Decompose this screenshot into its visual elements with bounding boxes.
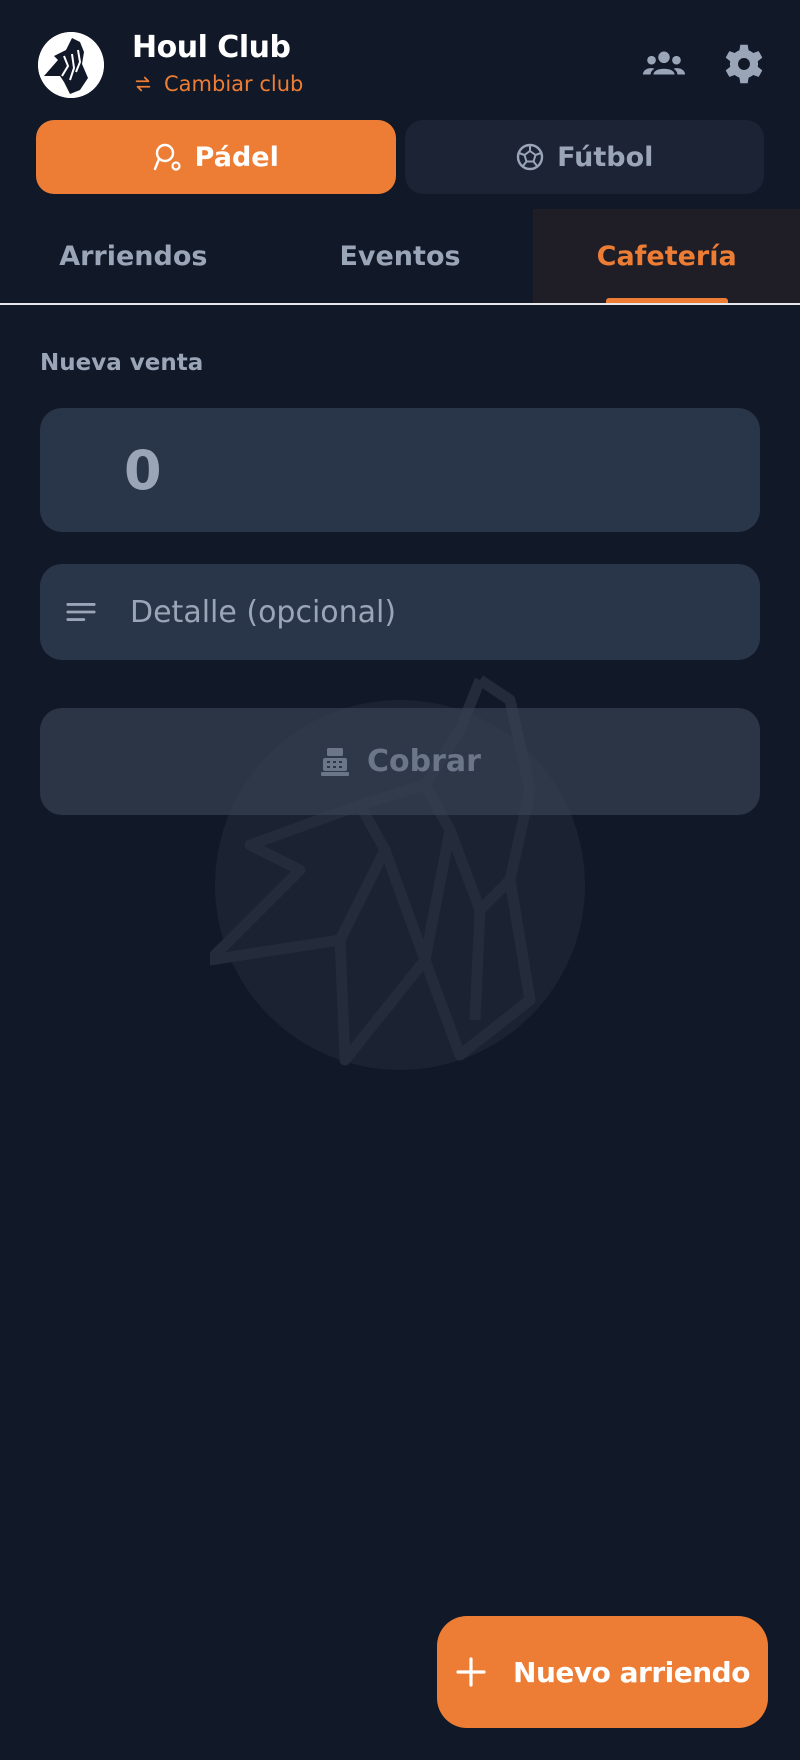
cash-register-icon — [319, 746, 351, 778]
new-sale-heading: Nueva venta — [40, 350, 204, 376]
swap-arrows-icon — [132, 73, 154, 95]
switch-club-label: Cambiar club — [164, 72, 304, 96]
soccer-ball-icon — [515, 142, 545, 172]
sale-detail-placeholder: Detalle (opcional) — [130, 594, 397, 630]
charge-button-label: Cobrar — [367, 744, 481, 779]
sale-detail-input[interactable]: Detalle (opcional) — [40, 564, 760, 660]
sale-amount-input[interactable]: 0 — [40, 408, 760, 532]
notes-lines-icon — [64, 595, 98, 629]
sport-futbol-label: Fútbol — [557, 141, 654, 173]
tab-arriendos-label: Arriendos — [59, 240, 208, 272]
sport-padel-button[interactable]: Pádel — [36, 120, 396, 194]
active-tab-indicator — [605, 298, 728, 303]
section-tabs: Arriendos Eventos Cafetería — [0, 209, 800, 305]
people-icon[interactable] — [640, 40, 688, 88]
club-logo — [38, 32, 104, 98]
tab-cafeteria-label: Cafetería — [596, 240, 737, 272]
padel-racket-icon — [153, 142, 183, 172]
tab-arriendos[interactable]: Arriendos — [0, 209, 267, 303]
tab-cafeteria[interactable]: Cafetería — [533, 209, 800, 303]
sport-futbol-button[interactable]: Fútbol — [404, 120, 764, 194]
charge-button[interactable]: Cobrar — [40, 708, 760, 815]
new-booking-label: Nuevo arriendo — [513, 1655, 750, 1689]
switch-club-link[interactable]: Cambiar club — [132, 72, 303, 96]
app-header: Houl Club Cambiar club — [0, 0, 800, 120]
sport-selector: Pádel Fútbol — [36, 120, 764, 194]
new-booking-button[interactable]: Nuevo arriendo — [437, 1616, 768, 1728]
sport-padel-label: Pádel — [194, 141, 279, 173]
plus-icon — [455, 1656, 487, 1688]
tab-eventos[interactable]: Eventos — [267, 209, 534, 303]
gear-icon[interactable] — [720, 40, 768, 88]
sale-amount-value: 0 — [124, 438, 162, 502]
tab-eventos-label: Eventos — [339, 240, 461, 272]
club-name: Houl Club — [132, 30, 291, 65]
